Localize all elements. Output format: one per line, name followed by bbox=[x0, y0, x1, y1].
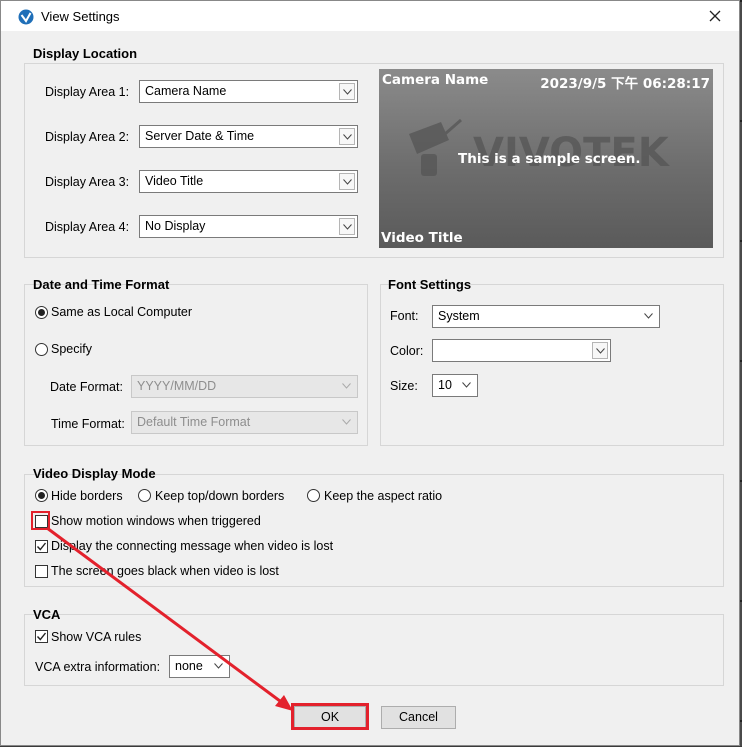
display-connecting-message-checkbox[interactable] bbox=[35, 540, 48, 553]
date-format-label: Date Format: bbox=[50, 380, 123, 394]
chevron-down-icon bbox=[339, 218, 355, 235]
keep-aspect-ratio-radio[interactable] bbox=[307, 489, 320, 502]
display-area-1-label: Display Area 1: bbox=[45, 85, 130, 99]
preview-bottom-left-text: Video Title bbox=[381, 230, 463, 246]
same-as-local-label[interactable]: Same as Local Computer bbox=[51, 305, 192, 319]
size-label: Size: bbox=[390, 379, 418, 393]
view-settings-dialog: View Settings Display Location Display A… bbox=[0, 0, 740, 746]
vca-extra-info-select[interactable]: none bbox=[169, 655, 230, 678]
time-format-select[interactable]: Default Time Format bbox=[131, 411, 358, 434]
display-area-2-label: Display Area 2: bbox=[45, 130, 130, 144]
show-motion-windows-label[interactable]: Show motion windows when triggered bbox=[51, 514, 261, 528]
date-format-select[interactable]: YYYY/MM/DD bbox=[131, 375, 358, 398]
chevron-down-icon bbox=[339, 414, 355, 431]
specify-radio[interactable] bbox=[35, 343, 48, 356]
specify-label[interactable]: Specify bbox=[51, 342, 92, 356]
keep-aspect-ratio-label[interactable]: Keep the aspect ratio bbox=[324, 489, 442, 503]
vivotek-logo-watermark: VIVOTEK bbox=[409, 118, 671, 176]
font-label: Font: bbox=[390, 309, 419, 323]
sample-preview-screen: VIVOTEK Camera Name 2023/9/5 下午 06:28:17… bbox=[379, 69, 713, 248]
vca-title: VCA bbox=[33, 607, 61, 622]
display-location-title: Display Location bbox=[33, 46, 138, 61]
chevron-down-icon bbox=[339, 173, 355, 190]
checkmark-icon bbox=[36, 632, 47, 641]
font-select[interactable]: System bbox=[432, 305, 660, 328]
chevron-down-icon bbox=[641, 308, 657, 325]
date-time-format-title: Date and Time Format bbox=[33, 277, 170, 292]
display-area-3-select[interactable]: Video Title bbox=[139, 170, 358, 193]
time-format-label: Time Format: bbox=[51, 417, 125, 431]
checkmark-icon bbox=[36, 542, 47, 551]
display-area-2-select[interactable]: Server Date & Time bbox=[139, 125, 358, 148]
same-as-local-radio[interactable] bbox=[35, 306, 48, 319]
color-label: Color: bbox=[390, 344, 424, 358]
title-bar: View Settings bbox=[1, 1, 739, 31]
close-icon[interactable] bbox=[705, 6, 725, 26]
show-motion-windows-checkbox[interactable] bbox=[35, 515, 48, 528]
show-vca-rules-checkbox[interactable] bbox=[35, 630, 48, 643]
screen-goes-black-checkbox[interactable] bbox=[35, 565, 48, 578]
font-settings-title: Font Settings bbox=[388, 277, 472, 292]
size-select[interactable]: 10 bbox=[432, 374, 478, 397]
keep-top-down-borders-label[interactable]: Keep top/down borders bbox=[155, 489, 284, 503]
vca-group bbox=[24, 614, 724, 686]
hide-borders-radio[interactable] bbox=[35, 489, 48, 502]
show-vca-rules-label[interactable]: Show VCA rules bbox=[51, 630, 141, 644]
chevron-down-icon bbox=[339, 378, 355, 395]
hide-borders-label[interactable]: Hide borders bbox=[51, 489, 123, 503]
ok-button[interactable]: OK bbox=[294, 706, 366, 729]
display-area-4-select[interactable]: No Display bbox=[139, 215, 358, 238]
preview-top-left-text: Camera Name bbox=[382, 72, 489, 88]
video-display-mode-title: Video Display Mode bbox=[33, 466, 156, 481]
chevron-down-icon bbox=[459, 377, 475, 394]
chevron-down-icon bbox=[339, 83, 355, 100]
cancel-button[interactable]: Cancel bbox=[381, 706, 456, 729]
chevron-down-icon bbox=[211, 658, 227, 675]
display-connecting-message-label[interactable]: Display the connecting message when vide… bbox=[51, 539, 333, 553]
keep-top-down-borders-radio[interactable] bbox=[138, 489, 151, 502]
vca-extra-info-label: VCA extra information: bbox=[35, 660, 161, 674]
display-area-1-select[interactable]: Camera Name bbox=[139, 80, 358, 103]
window-title: View Settings bbox=[41, 9, 120, 24]
preview-center-text: This is a sample screen. bbox=[458, 151, 641, 167]
chevron-down-icon bbox=[592, 342, 608, 359]
color-select[interactable] bbox=[432, 339, 611, 362]
vivotek-app-icon bbox=[18, 9, 34, 25]
screen-goes-black-label[interactable]: The screen goes black when video is lost bbox=[51, 564, 279, 578]
chevron-down-icon bbox=[339, 128, 355, 145]
display-area-3-label: Display Area 3: bbox=[45, 175, 130, 189]
display-area-4-label: Display Area 4: bbox=[45, 220, 130, 234]
preview-top-right-text: 2023/9/5 下午 06:28:17 bbox=[540, 76, 710, 92]
